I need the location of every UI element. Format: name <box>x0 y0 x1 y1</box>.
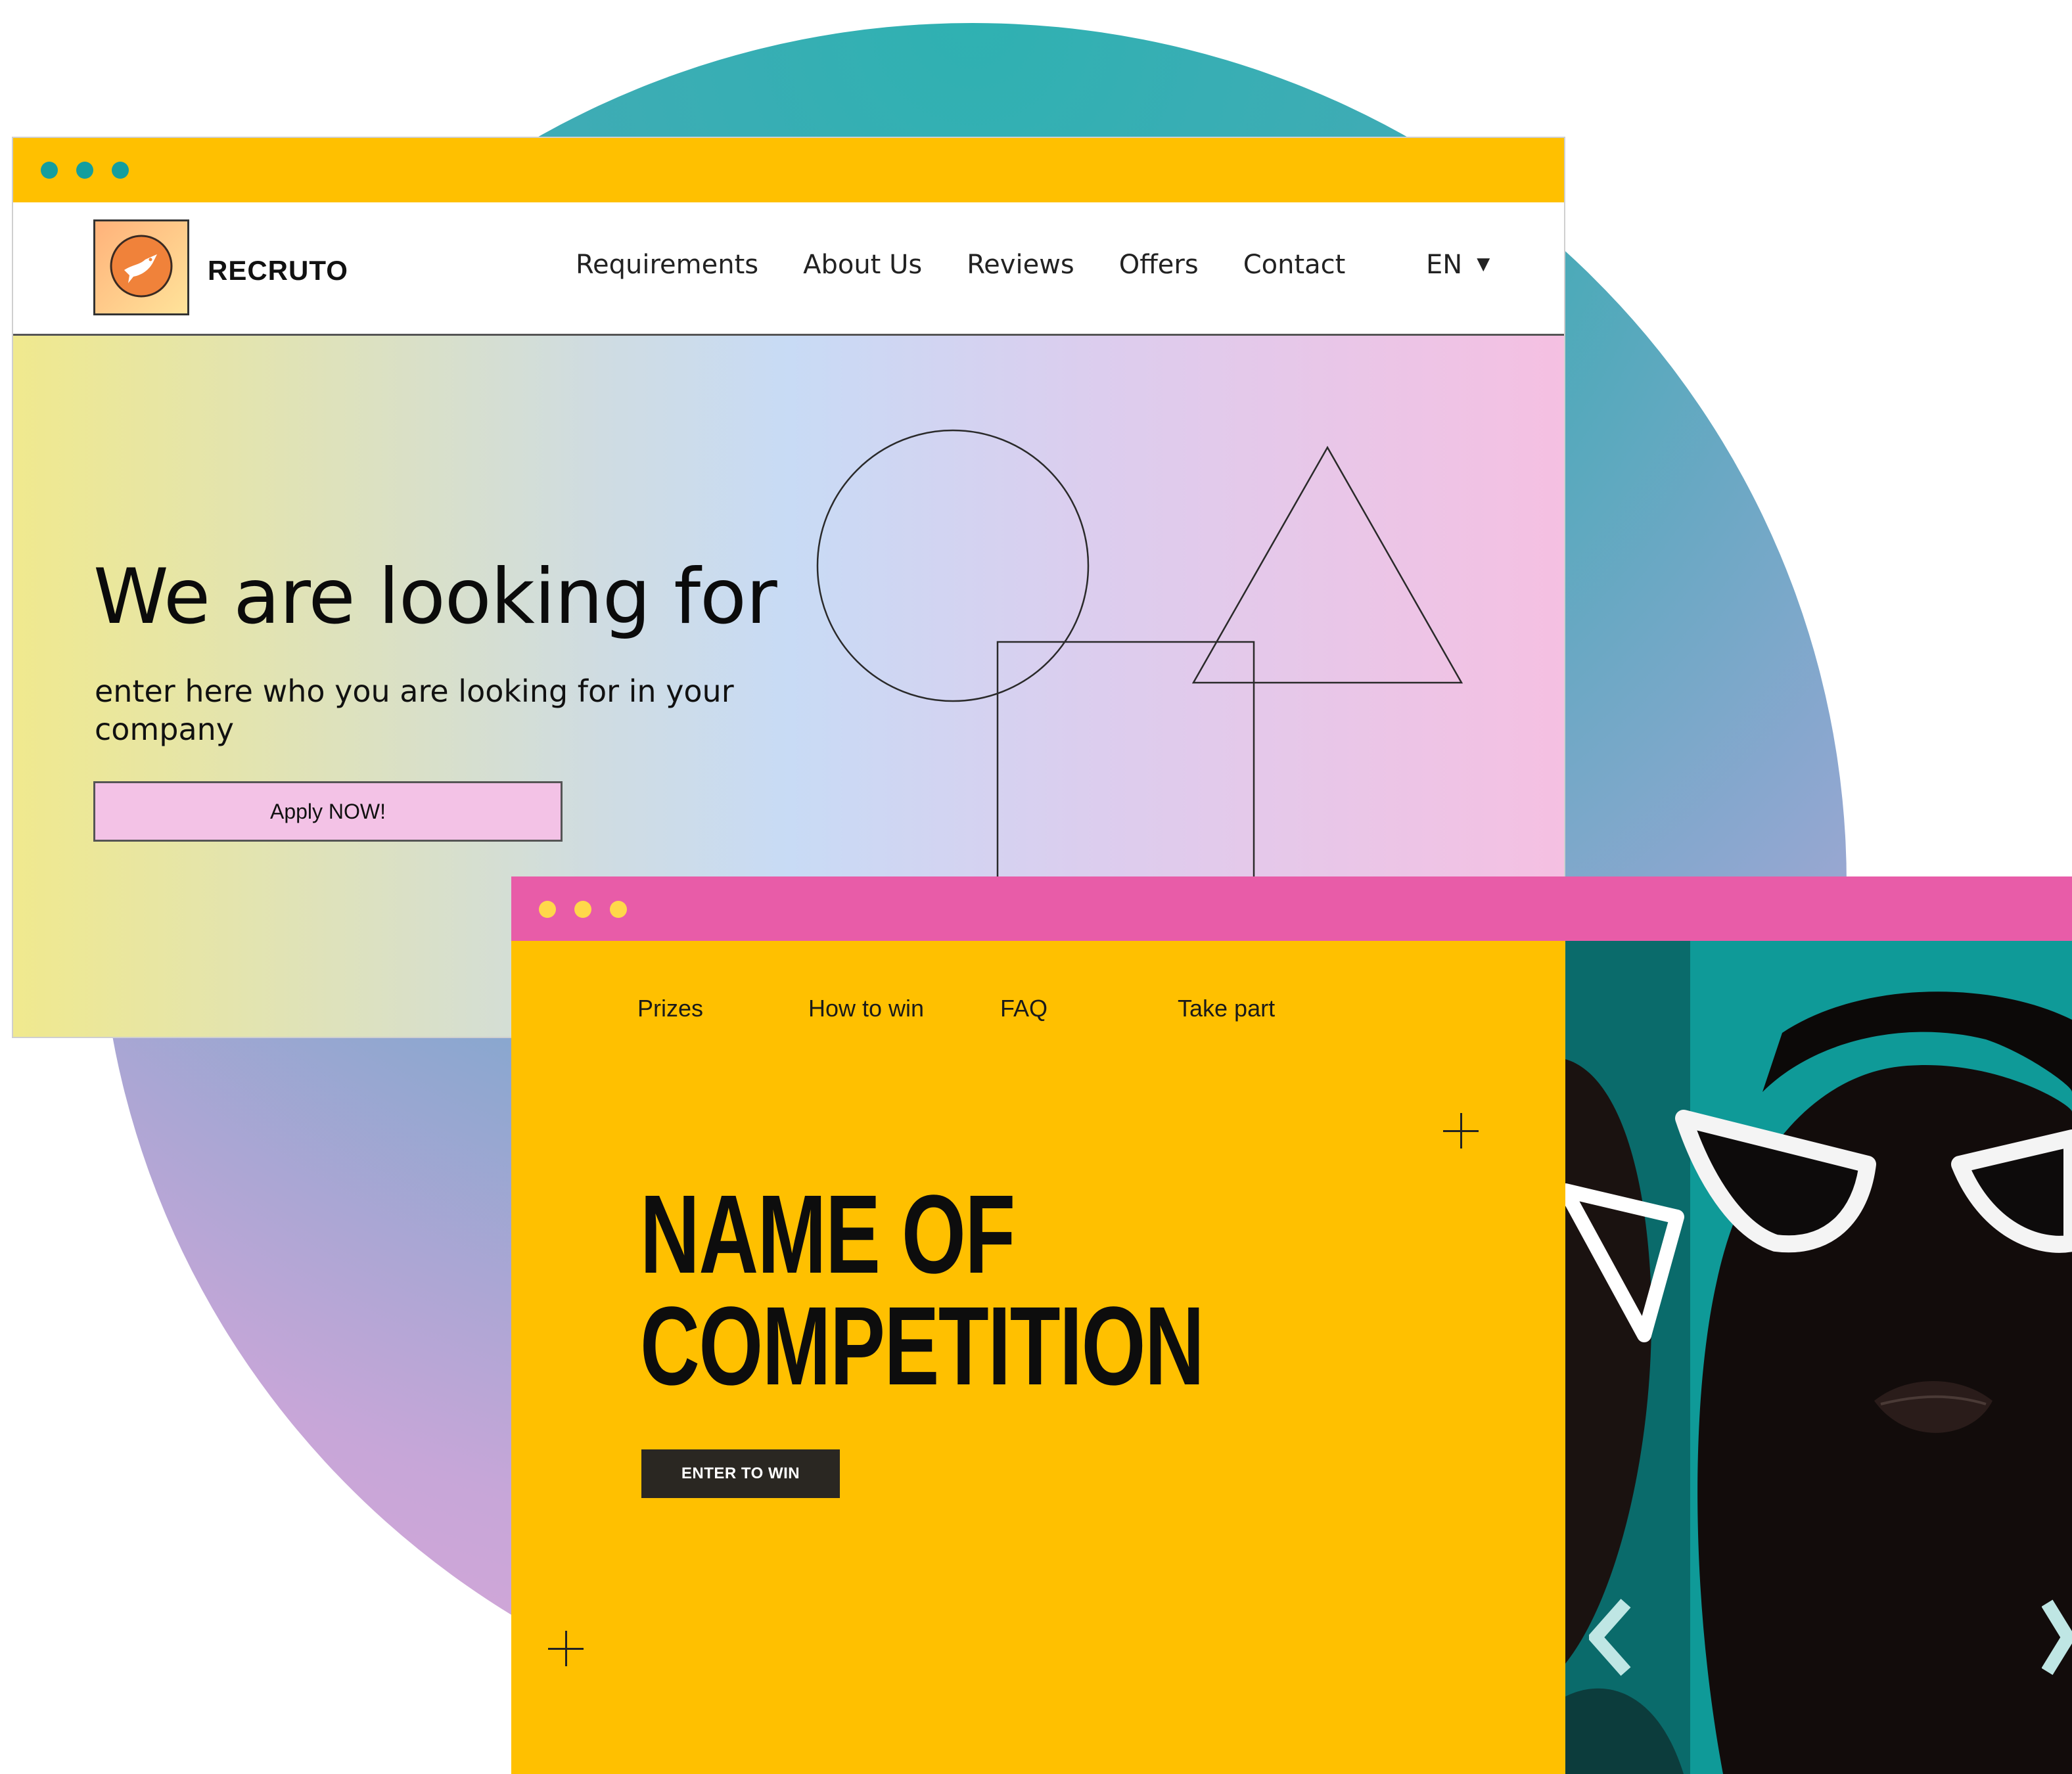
square-shape <box>996 641 1255 899</box>
nav-item-contact[interactable]: Contact <box>1243 250 1346 280</box>
nav-item-about-us[interactable]: About Us <box>803 250 922 280</box>
nav-item-how-to-win[interactable]: How to win <box>808 995 924 1022</box>
plus-icon <box>548 1631 584 1666</box>
nav-item-prizes[interactable]: Prizes <box>637 995 703 1022</box>
chevron-right-icon[interactable] <box>2042 1598 2072 1677</box>
window-dot-icon[interactable] <box>112 162 129 179</box>
language-label: EN <box>1426 250 1463 280</box>
window-controls <box>539 901 627 918</box>
logo[interactable] <box>93 219 189 315</box>
circle-shape <box>816 429 1090 702</box>
competition-title: NAME OF COMPETITION <box>640 1179 1205 1402</box>
window-titlebar <box>511 876 2072 941</box>
competition-browser-window: Prizes How to win FAQ Take part NAME OF … <box>511 876 2072 1774</box>
language-selector[interactable]: EN ▼ <box>1426 250 1490 280</box>
window-dot-icon[interactable] <box>610 901 627 918</box>
nav-item-faq[interactable]: FAQ <box>1000 995 1048 1022</box>
nav-item-offers[interactable]: Offers <box>1119 250 1199 280</box>
hero-photo <box>1565 941 2072 1774</box>
window-dot-icon[interactable] <box>76 162 93 179</box>
nav-item-take-part[interactable]: Take part <box>1178 995 1275 1022</box>
chevron-left-icon[interactable] <box>1589 1598 1631 1677</box>
brand-name: RECRUTO <box>208 255 348 286</box>
nav-item-reviews[interactable]: Reviews <box>967 250 1074 280</box>
caret-down-icon: ▼ <box>1477 254 1490 274</box>
portrait-image <box>1565 941 2072 1774</box>
competition-title-line-2: COMPETITION <box>640 1284 1205 1409</box>
main-nav: Requirements About Us Reviews Offers Con… <box>576 250 1390 280</box>
bird-icon <box>110 235 173 298</box>
window-dot-icon[interactable] <box>574 901 591 918</box>
window-titlebar <box>13 138 1564 202</box>
triangle-shape <box>1191 445 1463 684</box>
plus-icon <box>1443 1113 1479 1149</box>
nav-item-requirements[interactable]: Requirements <box>576 250 758 280</box>
competition-title-line-1: NAME OF <box>640 1172 1015 1297</box>
enter-to-win-button[interactable]: ENTER TO WIN <box>641 1449 840 1498</box>
window-controls <box>41 162 129 179</box>
site-header: RECRUTO Requirements About Us Reviews Of… <box>13 202 1564 336</box>
window-dot-icon[interactable] <box>539 901 556 918</box>
window-dot-icon[interactable] <box>41 162 58 179</box>
